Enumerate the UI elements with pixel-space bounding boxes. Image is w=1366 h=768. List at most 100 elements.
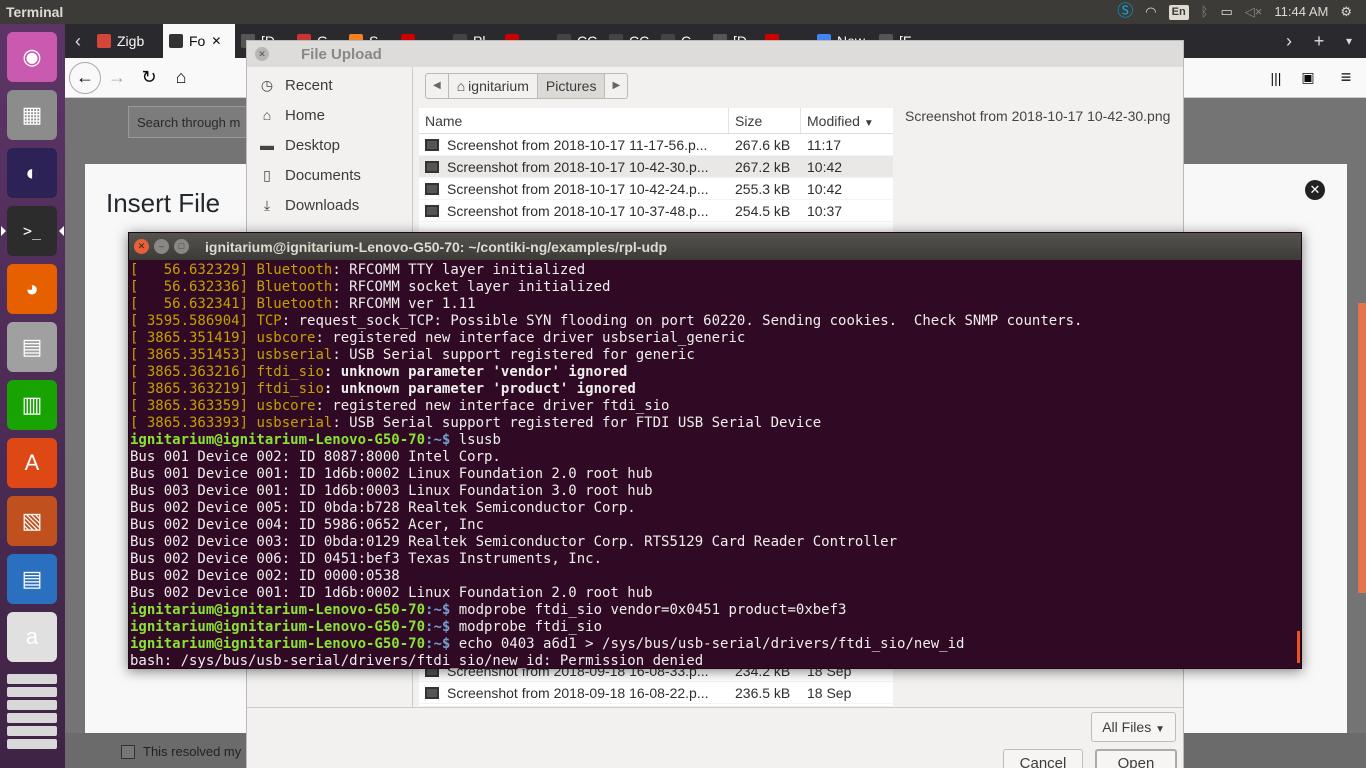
resolved-checkbox-row[interactable]: This resolved my	[121, 744, 241, 759]
output-text: Bus 002 Device 001: ID 1d6b:0002 Linux F…	[130, 585, 653, 601]
launcher-stack-icon[interactable]	[7, 726, 57, 736]
dialog-title: File Upload	[301, 45, 382, 63]
file-size: 236.5 kB	[735, 684, 791, 701]
file-row[interactable]: Screenshot from 2018-10-17 10-37-48.p...…	[419, 200, 893, 222]
place-item-home[interactable]: ⌂ Home	[247, 100, 412, 130]
terminal-window[interactable]: ✕ – □ ignitarium@ignitarium-Lenovo-G50-7…	[128, 232, 1302, 669]
file-filter-label: All Files	[1102, 719, 1152, 735]
launcher-software-center-icon[interactable]: A	[7, 438, 57, 488]
launcher-writer-icon[interactable]: ▤	[7, 554, 57, 604]
file-modified: 18 Sep	[807, 684, 852, 701]
file-row[interactable]: Screenshot from 2018-10-17 10-42-30.p...…	[419, 156, 893, 178]
back-button[interactable]: ←	[69, 61, 101, 94]
launcher-ubuntu-dash-icon[interactable]: ◉	[7, 32, 57, 82]
gear-icon[interactable]: ⚙	[1340, 0, 1352, 24]
home-button[interactable]: ⌂	[165, 62, 197, 94]
log-message: : registered new interface driver usbser…	[315, 330, 746, 346]
tab-list-icon[interactable]: ▾	[1333, 25, 1365, 57]
file-name-cell: Screenshot from 2018-10-17 10-37-48.p...	[419, 200, 729, 222]
launcher-stack-icon[interactable]	[7, 739, 57, 749]
place-item-documents[interactable]: ▯ Documents	[247, 160, 412, 190]
tab-scroll-right-icon[interactable]: ›	[1273, 25, 1305, 57]
output-line: Bus 002 Device 004: ID 5986:0652 Acer, I…	[130, 517, 1301, 534]
battery-icon[interactable]: ▭	[1220, 0, 1232, 24]
launcher-cube-app-icon[interactable]: ▦	[7, 90, 57, 140]
prompt-user: ignitarium@ignitarium-Lenovo-G50-70	[130, 636, 426, 652]
close-icon[interactable]: ✕	[1305, 180, 1325, 200]
log-message: : RFCOMM ver 1.11	[332, 296, 476, 312]
launcher-eclipse-icon[interactable]: ◐	[7, 148, 57, 198]
path-crumb-pictures[interactable]: Pictures	[537, 74, 606, 98]
output-line: Bus 001 Device 002: ID 8087:8000 Intel C…	[130, 449, 1301, 466]
tab-close-icon[interactable]: ✕	[211, 34, 221, 48]
log-timestamp: [ 3865.363393]	[130, 415, 249, 431]
terminal-output[interactable]: [ 56.632329] Bluetooth: RFCOMM TTY layer…	[129, 260, 1301, 670]
open-button[interactable]: Open	[1095, 749, 1177, 768]
path-crumb-home[interactable]: ⌂ ignitarium	[449, 74, 538, 98]
place-downloads-icon: ⤓	[263, 196, 271, 213]
tab-scroll-left-icon[interactable]: ‹	[65, 25, 91, 57]
file-size: 255.3 kB	[735, 180, 791, 197]
file-modified: 10:42	[807, 158, 843, 175]
dialog-close-icon[interactable]: ✕	[255, 47, 269, 61]
path-back-icon[interactable]: ◀	[426, 74, 449, 98]
chevron-down-icon: ▼	[1155, 724, 1165, 735]
forward-button[interactable]: →	[101, 62, 133, 94]
place-item-desktop[interactable]: ▬ Desktop	[247, 130, 412, 160]
indicator-area: Ⓢ ◠ En ᛒ ▭ ◁× 11:44 AM ⚙	[1117, 0, 1366, 24]
place-item-downloads[interactable]: ⤓ Downloads	[247, 190, 412, 220]
command-text: modprobe ftdi_sio vendor=0x0451 product=…	[450, 602, 847, 618]
file-filter-select[interactable]: All Files ▼	[1091, 712, 1176, 742]
resolved-checkbox[interactable]	[121, 744, 135, 759]
launcher-terminal-icon[interactable]: >_	[1, 206, 64, 256]
reload-button[interactable]: ↻	[133, 62, 165, 94]
column-size[interactable]: Size	[729, 108, 801, 133]
launcher-calc-icon[interactable]: ▥	[7, 380, 57, 430]
launcher-stack-icon[interactable]	[7, 700, 57, 710]
sidebar-icon[interactable]: ▣	[1292, 62, 1324, 94]
file-row[interactable]: Screenshot from 2018-09-18 16-08-22.p...…	[419, 682, 893, 704]
library-icon[interactable]: |||	[1260, 62, 1292, 94]
launcher-files-icon[interactable]: ▤	[7, 322, 57, 372]
launcher-amazon-icon[interactable]: a	[7, 612, 57, 662]
file-row[interactable]: Screenshot from 2018-10-17 11-17-56.p...…	[419, 134, 893, 156]
command-text: echo 0403 a6d1 > /sys/bus/usb-serial/dri…	[450, 636, 965, 652]
bluetooth-icon[interactable]: ᛒ	[1201, 0, 1209, 24]
terminal-minimize-icon[interactable]: –	[154, 239, 169, 254]
launcher-stack-icon[interactable]	[7, 687, 57, 697]
terminal-maximize-icon[interactable]: □	[174, 239, 189, 254]
dialog-action-area: All Files ▼ Cancel Open	[247, 707, 1183, 768]
wifi-icon[interactable]: ◠	[1145, 0, 1156, 24]
path-forward-icon[interactable]: ▶	[605, 74, 627, 98]
place-item-recent[interactable]: ◷ Recent	[247, 70, 412, 100]
column-modified[interactable]: Modified ▼	[801, 108, 893, 133]
terminal-close-icon[interactable]: ✕	[134, 239, 149, 254]
clock[interactable]: 11:44 AM	[1274, 0, 1328, 24]
file-row[interactable]: Screenshot from 2018-10-17 10-42-24.p...…	[419, 178, 893, 200]
sort-desc-icon: ▼	[863, 118, 874, 129]
kernel-log-line: [ 3865.351453] usbserial: USB Serial sup…	[130, 347, 1301, 364]
launcher-stack-icon[interactable]	[7, 674, 57, 684]
output-line: Bus 002 Device 002: ID 0000:0538	[130, 568, 1301, 585]
log-source: ftdi_sio	[256, 381, 324, 397]
launcher-firefox-icon[interactable]: ◕	[7, 264, 57, 314]
terminal-scrollbar[interactable]	[1297, 631, 1300, 663]
log-timestamp: [ 3865.351453]	[130, 347, 249, 363]
kernel-log-line: [ 3595.586904] TCP: request_sock_TCP: Po…	[130, 313, 1301, 330]
skype-icon[interactable]: Ⓢ	[1117, 0, 1133, 24]
kernel-log-line: [ 3865.363219] ftdi_sio: unknown paramet…	[130, 381, 1301, 398]
kernel-log-line: [ 3865.363359] usbcore: registered new i…	[130, 398, 1301, 415]
column-name[interactable]: Name	[419, 108, 729, 133]
volume-muted-icon[interactable]: ◁×	[1245, 0, 1263, 24]
resolved-label: This resolved my	[143, 744, 242, 759]
keyboard-layout-indicator[interactable]: En	[1168, 4, 1189, 20]
terminal-title: ignitarium@ignitarium-Lenovo-G50-70: ~/c…	[205, 238, 668, 255]
browser-tab[interactable]: Fo ✕	[163, 24, 235, 58]
new-tab-button[interactable]: +	[1303, 25, 1335, 57]
tab-label: Fo	[189, 33, 206, 49]
launcher-stack-icon[interactable]	[7, 713, 57, 723]
cancel-button[interactable]: Cancel	[1003, 749, 1083, 768]
launcher-impress-icon[interactable]: ▧	[7, 496, 57, 546]
menu-icon[interactable]: ≡	[1330, 62, 1362, 94]
browser-tab[interactable]: Zigb	[91, 24, 163, 58]
